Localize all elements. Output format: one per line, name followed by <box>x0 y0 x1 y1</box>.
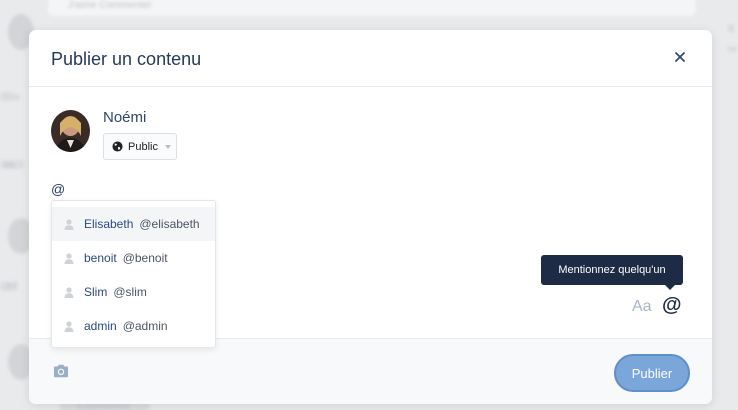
modal-title: Publier un contenu <box>51 49 202 69</box>
background-side-text: B <box>728 24 735 35</box>
mention-name: Elisabeth <box>84 217 134 231</box>
mention-name: admin <box>84 319 117 333</box>
mention-handle: @admin <box>122 319 168 333</box>
mention-handle: @slim <box>113 285 147 299</box>
mention-handle: @elisabeth <box>139 217 200 231</box>
user-icon <box>64 252 74 264</box>
publish-modal: Publier un contenu Noémi Public @ Elisab… <box>29 30 712 404</box>
background-side-text: re <box>728 44 737 55</box>
background-side-text: es <box>4 160 15 171</box>
close-button[interactable] <box>670 47 690 67</box>
mention-suggestion-list: Elisabeth @elisabeth benoit @benoit Slim… <box>51 200 216 348</box>
mention-button[interactable]: @ <box>662 294 682 317</box>
post-editor[interactable]: @ <box>51 181 351 201</box>
mention-tooltip: Mentionnez quelqu'un <box>541 255 683 290</box>
background-side-text: ɔ / <box>6 280 17 291</box>
privacy-select[interactable]: Public <box>103 133 177 160</box>
publish-button[interactable]: Publier <box>614 354 690 392</box>
chevron-down-icon <box>164 144 171 149</box>
mention-suggestion-item[interactable]: benoit @benoit <box>52 241 215 275</box>
close-icon <box>675 52 685 62</box>
background-side-text: ə <box>14 92 20 103</box>
author-name: Noémi <box>103 109 147 126</box>
mention-name: benoit <box>84 251 117 265</box>
background-top-text: J'aime Commenter <box>68 0 152 11</box>
author-avatar <box>51 110 90 152</box>
add-photo-button[interactable] <box>53 364 69 378</box>
text-format-button[interactable]: Aa <box>632 298 652 316</box>
user-icon <box>64 286 74 298</box>
mention-suggestion-item[interactable]: Elisabeth @elisabeth <box>52 207 215 241</box>
privacy-label: Public <box>128 140 158 153</box>
globe-icon <box>112 141 123 152</box>
mention-name: Slim <box>84 285 108 299</box>
mention-suggestion-item[interactable]: admin @admin <box>52 309 215 343</box>
user-icon <box>64 218 74 230</box>
mention-suggestion-item[interactable]: Slim @slim <box>52 275 215 309</box>
mention-handle: @benoit <box>122 251 168 265</box>
user-icon <box>64 320 74 332</box>
camera-icon <box>54 364 68 378</box>
background-line <box>0 92 14 101</box>
modal-header: Publier un contenu <box>29 30 712 87</box>
